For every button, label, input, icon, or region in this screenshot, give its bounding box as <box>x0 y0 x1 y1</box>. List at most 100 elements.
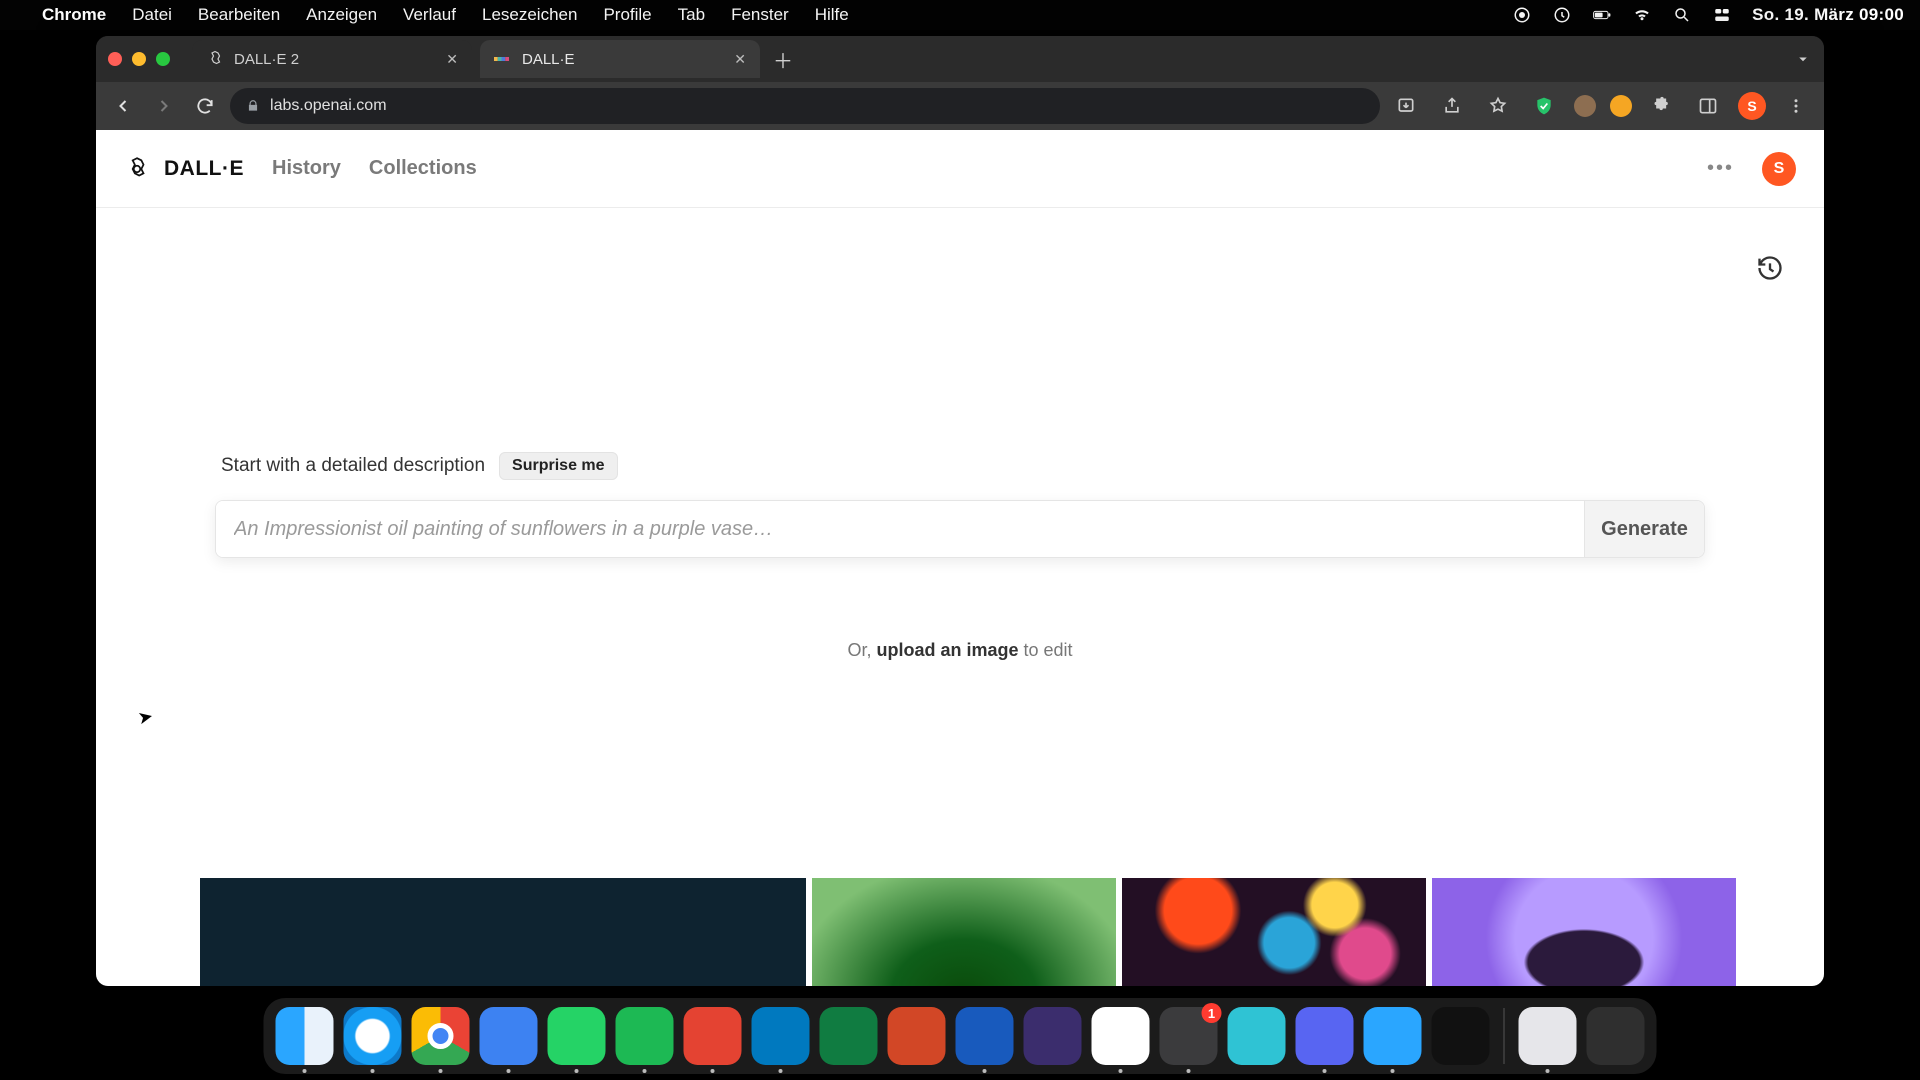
dock-app-excel[interactable] <box>820 1007 878 1065</box>
tabs-dropdown-icon[interactable] <box>1794 50 1812 68</box>
dock-app-safari[interactable] <box>344 1007 402 1065</box>
extensions-puzzle-icon[interactable] <box>1646 90 1678 122</box>
app-header: DALL·E History Collections ••• S <box>96 130 1824 208</box>
macos-dock: 1 <box>264 998 1657 1074</box>
forward-button[interactable] <box>149 90 180 122</box>
dock-app-preview[interactable] <box>1519 1007 1577 1065</box>
recent-history-icon[interactable] <box>1756 254 1784 282</box>
dock-app-whatsapp[interactable] <box>548 1007 606 1065</box>
wifi-icon[interactable] <box>1632 5 1652 25</box>
example-gallery <box>200 878 1720 986</box>
nav-collections[interactable]: Collections <box>369 157 477 180</box>
side-panel-icon[interactable] <box>1692 90 1724 122</box>
prompt-input[interactable] <box>216 501 1584 557</box>
dock-app-voice-memos[interactable] <box>1432 1007 1490 1065</box>
dalle-favicon-icon <box>494 50 512 68</box>
close-tab-icon[interactable]: ✕ <box>734 51 746 68</box>
menu-lesezeichen[interactable]: Lesezeichen <box>482 5 577 25</box>
screen-record-icon[interactable] <box>1552 5 1572 25</box>
settings-badge: 1 <box>1202 1003 1222 1023</box>
traffic-lights[interactable] <box>108 52 184 66</box>
menu-hilfe[interactable]: Hilfe <box>815 5 849 25</box>
openai-favicon-icon <box>206 50 224 68</box>
tab-title: DALL·E <box>522 51 575 68</box>
tab-strip: DALL·E 2 ✕ DALL·E ✕ ＋ <box>96 36 1824 82</box>
mouse-cursor-icon: ➤ <box>136 706 155 730</box>
fullscreen-window-icon[interactable] <box>156 52 170 66</box>
chrome-menu-icon[interactable] <box>1780 90 1812 122</box>
more-menu-icon[interactable]: ••• <box>1707 157 1734 180</box>
gallery-item-3[interactable] <box>1122 878 1426 986</box>
menu-datei[interactable]: Datei <box>132 5 172 25</box>
menubar-app-name[interactable]: Chrome <box>42 5 106 25</box>
dock-app-system-settings[interactable]: 1 <box>1160 1007 1218 1065</box>
dock-trash[interactable] <box>1587 1007 1645 1065</box>
url-text: labs.openai.com <box>270 97 387 115</box>
upload-suffix: to edit <box>1019 640 1073 660</box>
reload-button[interactable] <box>189 90 220 122</box>
app-profile-avatar[interactable]: S <box>1762 152 1796 186</box>
openai-logo-icon <box>124 156 150 182</box>
adblock-shield-icon[interactable] <box>1528 90 1560 122</box>
tab-dalle-2[interactable]: DALL·E 2 ✕ <box>192 40 472 78</box>
tab-dalle[interactable]: DALL·E ✕ <box>480 40 760 78</box>
upload-hint: Or, upload an image to edit <box>847 640 1072 661</box>
battery-icon[interactable] <box>1592 5 1612 25</box>
dock-app-todoist[interactable] <box>684 1007 742 1065</box>
generate-button[interactable]: Generate <box>1584 501 1704 557</box>
install-app-icon[interactable] <box>1390 90 1422 122</box>
gallery-item-2[interactable] <box>812 878 1116 986</box>
surprise-me-button[interactable]: Surprise me <box>499 452 617 480</box>
dock-app-google-drive[interactable] <box>1092 1007 1150 1065</box>
dock-app-discord[interactable] <box>1296 1007 1354 1065</box>
spotlight-search-icon[interactable] <box>1672 5 1692 25</box>
dock-app-imovie[interactable] <box>1024 1007 1082 1065</box>
minimize-window-icon[interactable] <box>132 52 146 66</box>
extension-1-icon[interactable] <box>1574 95 1596 117</box>
bookmark-star-icon[interactable] <box>1482 90 1514 122</box>
prompt-hint-label: Start with a detailed description <box>221 455 485 477</box>
app-brand[interactable]: DALL·E <box>124 156 244 182</box>
app-brand-text: DALL·E <box>164 157 244 181</box>
dock-app-spotify[interactable] <box>616 1007 674 1065</box>
share-icon[interactable] <box>1436 90 1468 122</box>
prompt-block: Start with a detailed description Surpri… <box>215 452 1705 558</box>
back-button[interactable] <box>108 90 139 122</box>
page-content: DALL·E History Collections ••• S Start w… <box>96 130 1824 986</box>
dock-app-powerpoint[interactable] <box>888 1007 946 1065</box>
dock-separator <box>1504 1008 1505 1064</box>
lock-icon <box>246 99 260 113</box>
menu-fenster[interactable]: Fenster <box>731 5 789 25</box>
dock-app-trello[interactable] <box>752 1007 810 1065</box>
close-window-icon[interactable] <box>108 52 122 66</box>
dock-app-circle[interactable] <box>1228 1007 1286 1065</box>
profile-avatar[interactable]: S <box>1738 92 1766 120</box>
extension-2-icon[interactable] <box>1610 95 1632 117</box>
new-tab-button[interactable]: ＋ <box>768 44 798 74</box>
prompt-input-wrap: Generate <box>215 500 1705 558</box>
dock-app-chrome[interactable] <box>412 1007 470 1065</box>
dock-app-quicktime[interactable] <box>1364 1007 1422 1065</box>
menu-anzeigen[interactable]: Anzeigen <box>306 5 377 25</box>
control-center-icon[interactable] <box>1712 5 1732 25</box>
close-tab-icon[interactable]: ✕ <box>446 51 458 68</box>
chrome-window: DALL·E 2 ✕ DALL·E ✕ ＋ labs.openai.com <box>96 36 1824 986</box>
menu-profile[interactable]: Profile <box>603 5 651 25</box>
upload-link[interactable]: upload an image <box>876 640 1018 660</box>
gallery-item-1[interactable] <box>200 878 806 986</box>
menu-bearbeiten[interactable]: Bearbeiten <box>198 5 280 25</box>
tab-title: DALL·E 2 <box>234 51 299 68</box>
nav-history[interactable]: History <box>272 157 341 180</box>
menu-verlauf[interactable]: Verlauf <box>403 5 456 25</box>
address-bar: labs.openai.com S <box>96 82 1824 130</box>
main-area: Start with a detailed description Surpri… <box>96 208 1824 986</box>
dock-app-word[interactable] <box>956 1007 1014 1065</box>
menubar-clock[interactable]: So. 19. März 09:00 <box>1752 5 1904 25</box>
gallery-item-4[interactable] <box>1432 878 1736 986</box>
dock-app-finder[interactable] <box>276 1007 334 1065</box>
macos-menubar: Chrome Datei Bearbeiten Anzeigen Verlauf… <box>0 0 1920 30</box>
menu-tab[interactable]: Tab <box>678 5 705 25</box>
address-input[interactable]: labs.openai.com <box>230 88 1380 124</box>
record-status-icon[interactable] <box>1512 5 1532 25</box>
dock-app-zoom[interactable] <box>480 1007 538 1065</box>
